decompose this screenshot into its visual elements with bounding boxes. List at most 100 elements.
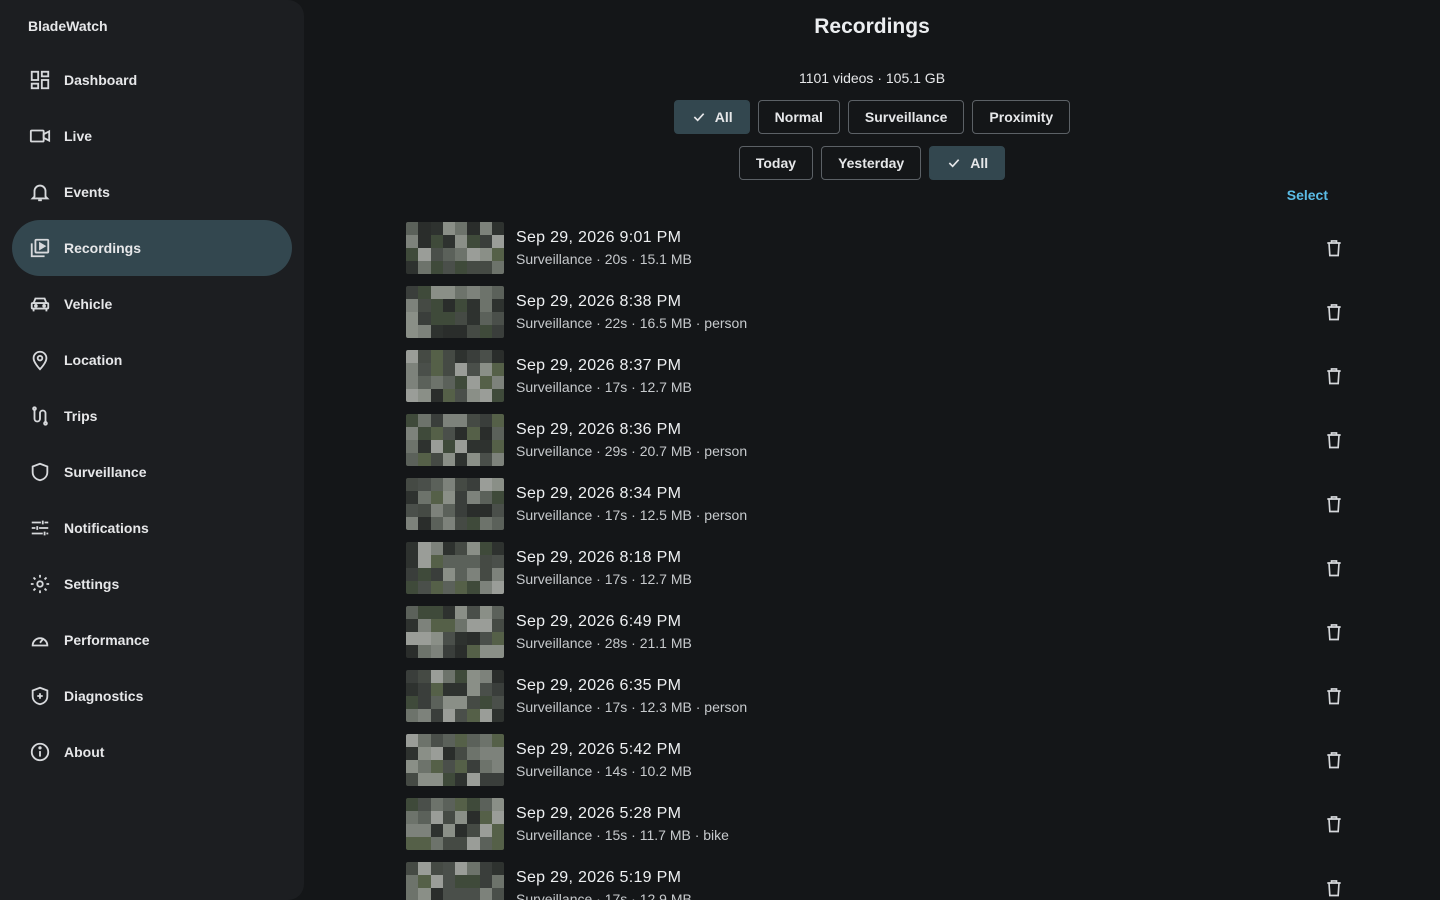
app-root: BladeWatch Dashboard Live Events Recordings… <box>0 0 1440 900</box>
recording-info: Sep 29, 2026 5:19 PM Surveillance · 17s ·… <box>516 867 692 900</box>
recording-info: Sep 29, 2026 5:42 PM Surveillance · 14s ·… <box>516 739 692 781</box>
select-button[interactable]: Select <box>1287 187 1328 203</box>
recording-timestamp: Sep 29, 2026 6:35 PM <box>516 677 682 694</box>
sidebar-item-diagnostics[interactable]: Diagnostics <box>12 668 292 724</box>
video-library-icon <box>28 236 52 260</box>
sidebar-item-events[interactable]: Events <box>12 164 292 220</box>
trash-icon[interactable] <box>1322 684 1346 708</box>
recording-timestamp: Sep 29, 2026 8:37 PM <box>516 357 682 374</box>
trash-icon[interactable] <box>1322 364 1346 388</box>
sidebar-item-vehicle[interactable]: Vehicle <box>12 276 292 332</box>
recording-timestamp: Sep 29, 2026 6:49 PM <box>516 613 682 630</box>
sidebar-item-live[interactable]: Live <box>12 108 292 164</box>
sidebar-item-location[interactable]: Location <box>12 332 292 388</box>
recording-row[interactable]: Sep 29, 2026 8:34 PM Surveillance · 17s ·… <box>406 472 1346 536</box>
sidebar-item-dashboard[interactable]: Dashboard <box>12 52 292 108</box>
sidebar-item-trips[interactable]: Trips <box>12 388 292 444</box>
recording-thumbnail[interactable] <box>406 734 504 786</box>
trash-icon[interactable] <box>1322 236 1346 260</box>
sidebar-item-notifications[interactable]: Notifications <box>12 500 292 556</box>
recording-details: Surveillance · 17s · 12.7 MB <box>516 571 692 587</box>
trash-icon[interactable] <box>1322 492 1346 516</box>
trash-icon[interactable] <box>1322 748 1346 772</box>
sidebar-item-label: Recordings <box>64 240 142 256</box>
type-filter-chip-surveillance[interactable]: Surveillance <box>847 100 965 134</box>
recording-thumbnail[interactable] <box>406 798 504 850</box>
recording-info: Sep 29, 2026 6:35 PM Surveillance · 17s ·… <box>516 675 747 717</box>
recording-thumbnail[interactable] <box>406 222 504 274</box>
date-filter-chip-all[interactable]: All <box>929 146 1006 180</box>
sidebar-item-performance[interactable]: Performance <box>12 612 292 668</box>
recording-row[interactable]: Sep 29, 2026 8:38 PM Surveillance · 22s ·… <box>406 280 1346 344</box>
car-icon <box>28 292 52 316</box>
video-camera-icon <box>28 124 52 148</box>
recording-thumbnail[interactable] <box>406 542 504 594</box>
recording-thumbnail[interactable] <box>406 350 504 402</box>
recording-thumbnail[interactable] <box>406 670 504 722</box>
recording-details: Surveillance · 17s · 12.3 MB · person <box>516 699 748 715</box>
recording-row[interactable]: Sep 29, 2026 5:42 PM Surveillance · 14s ·… <box>406 728 1346 792</box>
recording-timestamp: Sep 29, 2026 5:42 PM <box>516 741 682 758</box>
trash-icon[interactable] <box>1322 300 1346 324</box>
recording-timestamp: Sep 29, 2026 9:01 PM <box>516 229 682 246</box>
date-filter-chip-today[interactable]: Today <box>738 146 814 180</box>
recording-thumbnail[interactable] <box>406 862 504 900</box>
recording-thumbnail[interactable] <box>406 478 504 530</box>
recording-info: Sep 29, 2026 8:18 PM Surveillance · 17s ·… <box>516 547 692 589</box>
recording-info: Sep 29, 2026 8:38 PM Surveillance · 22s ·… <box>516 291 747 333</box>
recording-details: Surveillance · 20s · 15.1 MB <box>516 251 692 267</box>
recording-thumbnail[interactable] <box>406 606 504 658</box>
date-filter-chip-yesterday[interactable]: Yesterday <box>821 146 922 180</box>
recording-row[interactable]: Sep 29, 2026 6:35 PM Surveillance · 17s ·… <box>406 664 1346 728</box>
trash-icon[interactable] <box>1322 556 1346 580</box>
sidebar-item-label: Dashboard <box>64 72 138 88</box>
gear-icon <box>28 572 52 596</box>
location-pin-icon <box>28 348 52 372</box>
recording-row[interactable]: Sep 29, 2026 8:18 PM Surveillance · 17s ·… <box>406 536 1346 600</box>
recordings-summary: 1101 videos · 105.1 GB <box>798 70 946 86</box>
recording-row[interactable]: Sep 29, 2026 8:36 PM Surveillance · 29s ·… <box>406 408 1346 472</box>
recording-row[interactable]: Sep 29, 2026 5:28 PM Surveillance · 15s ·… <box>406 792 1346 856</box>
recording-thumbnail[interactable] <box>406 286 504 338</box>
recording-timestamp: Sep 29, 2026 8:38 PM <box>516 293 682 310</box>
recording-details: Surveillance · 17s · 12.9 MB <box>516 891 692 900</box>
recording-info: Sep 29, 2026 6:49 PM Surveillance · 28s ·… <box>516 611 692 653</box>
recording-row[interactable]: Sep 29, 2026 8:37 PM Surveillance · 17s ·… <box>406 344 1346 408</box>
recording-row[interactable]: Sep 29, 2026 9:01 PM Surveillance · 20s ·… <box>406 216 1346 280</box>
recording-details: Surveillance · 14s · 10.2 MB <box>516 763 692 779</box>
recording-timestamp: Sep 29, 2026 5:28 PM <box>516 805 682 822</box>
sidebar-item-label: Surveillance <box>64 464 147 480</box>
recording-info: Sep 29, 2026 8:34 PM Surveillance · 17s ·… <box>516 483 747 525</box>
trash-icon[interactable] <box>1322 876 1346 900</box>
type-filter-chip-proximity[interactable]: Proximity <box>972 100 1071 134</box>
recording-details: Surveillance · 22s · 16.5 MB · person <box>516 315 748 331</box>
type-filter-chip-all[interactable]: All <box>673 100 750 134</box>
recording-timestamp: Sep 29, 2026 8:18 PM <box>516 549 682 566</box>
info-icon <box>28 740 52 764</box>
speedometer-icon <box>28 628 52 652</box>
sidebar: BladeWatch Dashboard Live Events Recordings… <box>0 0 304 900</box>
sidebar-item-settings[interactable]: Settings <box>12 556 292 612</box>
chip-label: All <box>714 109 733 125</box>
trash-icon[interactable] <box>1322 620 1346 644</box>
app-name: BladeWatch <box>28 18 108 34</box>
chip-label: Proximity <box>989 109 1054 125</box>
chip-label: Surveillance <box>864 109 948 125</box>
bell-icon <box>28 180 52 204</box>
sidebar-item-label: Settings <box>64 576 120 592</box>
sidebar-item-about[interactable]: About <box>12 724 292 780</box>
sidebar-item-label: Vehicle <box>64 296 113 312</box>
type-filter-chip-normal[interactable]: Normal <box>757 100 840 134</box>
sidebar-item-surveillance[interactable]: Surveillance <box>12 444 292 500</box>
chip-label: All <box>970 155 989 171</box>
trash-icon[interactable] <box>1322 428 1346 452</box>
recording-details: Surveillance · 17s · 12.5 MB · person <box>516 507 748 523</box>
recording-details: Surveillance · 28s · 21.1 MB <box>516 635 692 651</box>
recording-row[interactable]: Sep 29, 2026 5:19 PM Surveillance · 17s ·… <box>406 856 1346 900</box>
recording-thumbnail[interactable] <box>406 414 504 466</box>
trash-icon[interactable] <box>1322 812 1346 836</box>
recording-row[interactable]: Sep 29, 2026 6:49 PM Surveillance · 28s ·… <box>406 600 1346 664</box>
chip-label: Normal <box>774 109 823 125</box>
sidebar-item-recordings[interactable]: Recordings <box>12 220 292 276</box>
main-content: Recordings 1101 videos · 105.1 GB All Nor… <box>304 0 1440 900</box>
